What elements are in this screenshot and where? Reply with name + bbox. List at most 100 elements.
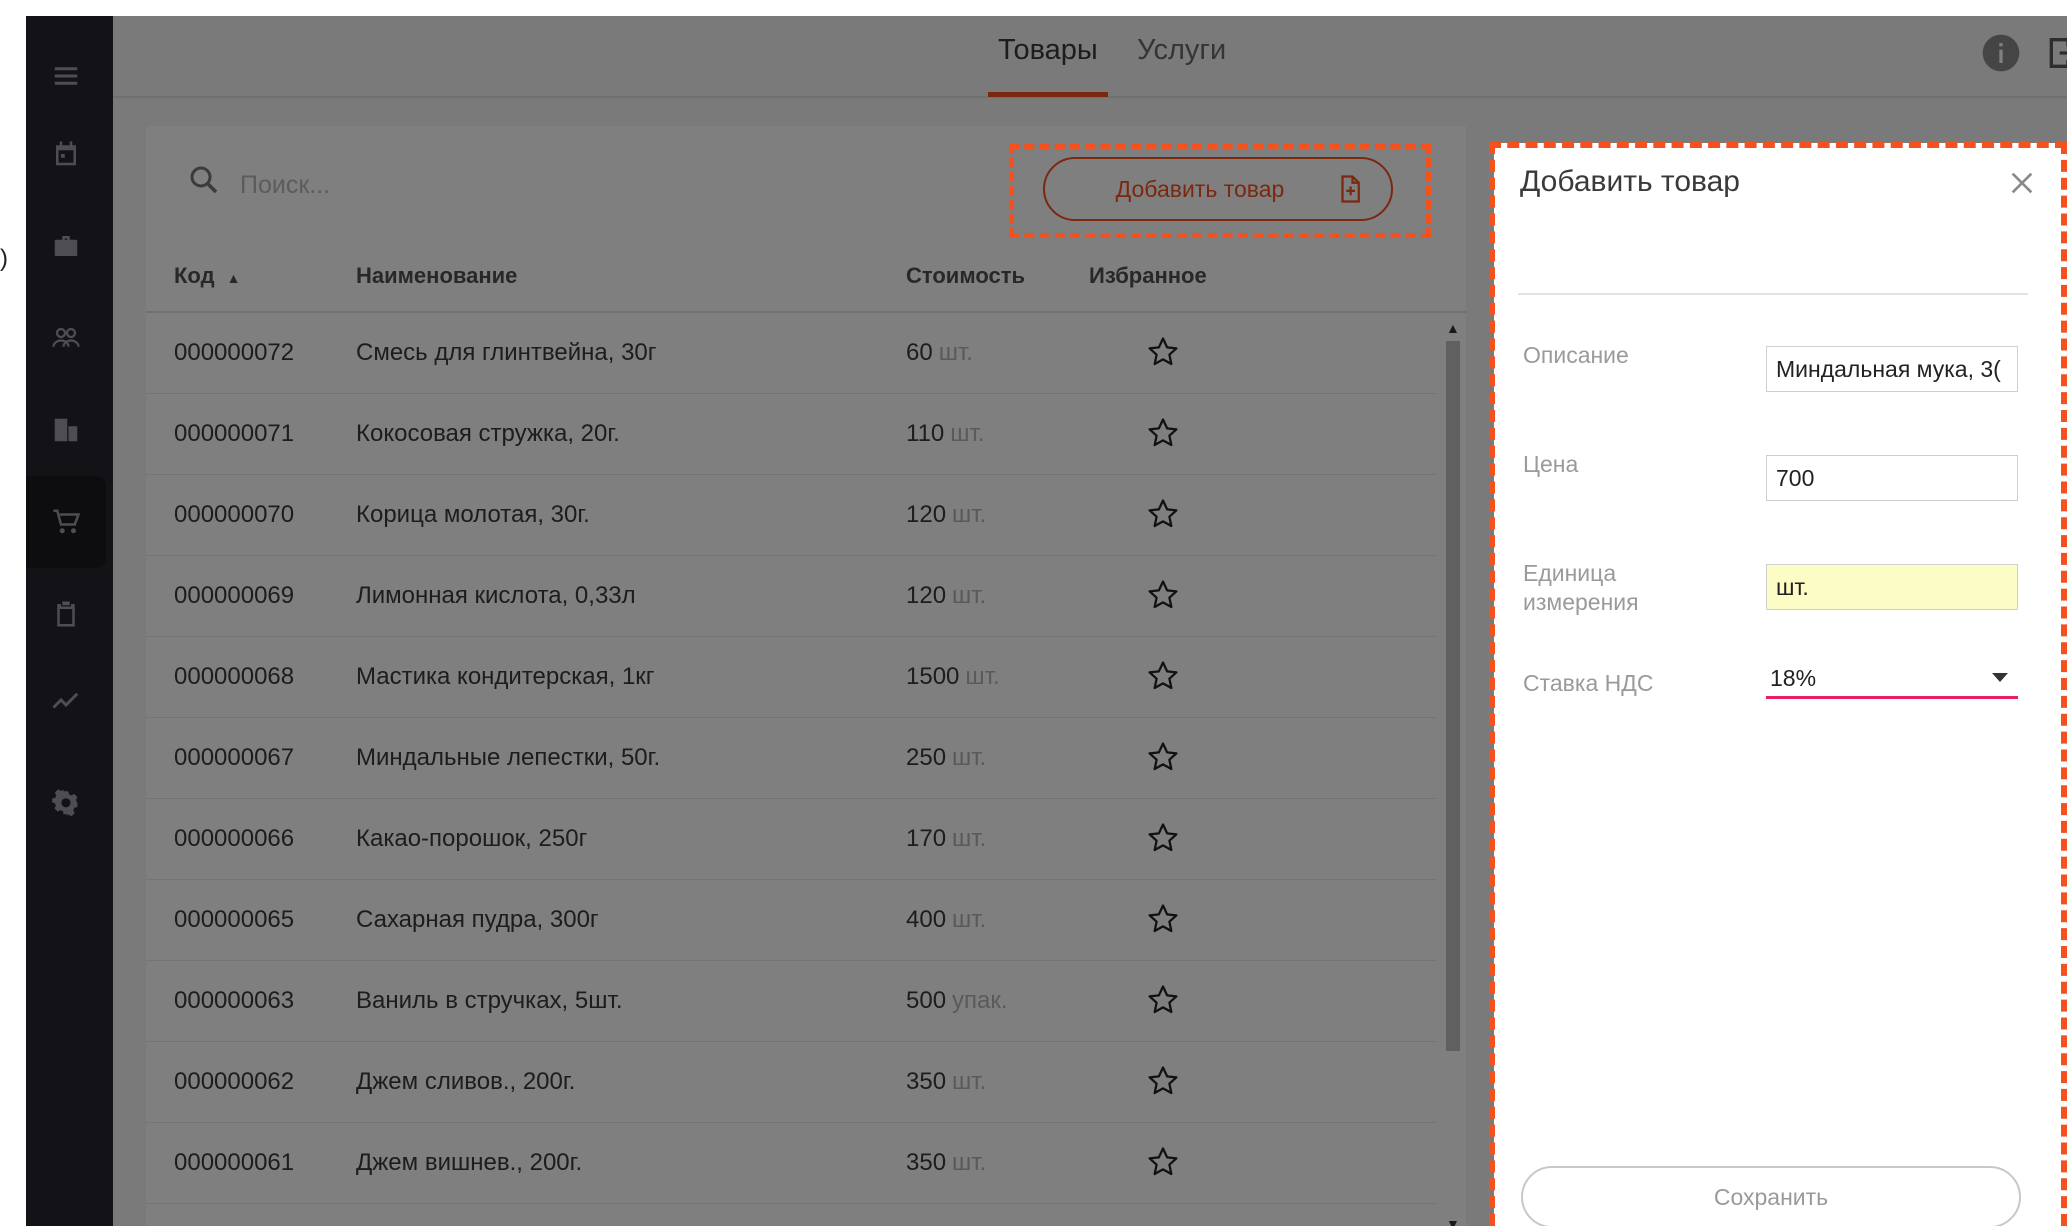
star-icon[interactable] — [1146, 1145, 1180, 1179]
price-unit: шт. — [952, 582, 987, 609]
product-price: 170 шт. — [906, 825, 986, 853]
sidebar-item-products[interactable] — [26, 476, 106, 568]
product-price: 350 шт. — [906, 1068, 986, 1096]
product-price: 250 шт. — [906, 744, 986, 772]
price-value: 350 — [906, 1149, 947, 1176]
briefcase-icon — [54, 236, 78, 256]
price-unit: шт. — [950, 420, 985, 447]
product-price: 1500 шт. — [906, 663, 1000, 691]
product-code: 000000069 — [174, 582, 295, 609]
price-value: 1500 — [906, 663, 960, 690]
table-row[interactable]: 000000065 Сахарная пудра, 300г 400 шт. — [146, 880, 1436, 961]
star-icon[interactable] — [1146, 578, 1180, 612]
gear-icon — [52, 789, 78, 817]
column-header-name[interactable]: Наименование — [356, 263, 517, 289]
sidebar-item-documents[interactable] — [26, 568, 106, 660]
scroll-down-arrow[interactable]: ▼ — [1446, 1216, 1460, 1226]
table-row[interactable]: 000000068 Мастика кондитерская, 1кг 1500 шт… — [146, 637, 1436, 718]
star-icon[interactable] — [1146, 659, 1180, 693]
price-value: 120 — [906, 582, 947, 609]
product-price: 110 шт. — [906, 420, 985, 448]
product-code: 000000071 — [174, 420, 295, 447]
table-row[interactable]: 000000061 Джем вишнев., 200г. 350 шт. — [146, 1123, 1436, 1204]
price-value: 400 — [906, 906, 947, 933]
price-value: 110 — [906, 420, 945, 447]
star-icon[interactable] — [1146, 821, 1180, 855]
product-price: 350 шт. — [906, 1149, 986, 1177]
table-row[interactable]: 000000067 Миндальные лепестки, 50г. 250 шт. — [146, 718, 1436, 799]
product-name: Джем сливов., 200г. — [356, 1068, 576, 1095]
menu-icon — [54, 67, 78, 85]
price-unit: шт. — [952, 825, 987, 852]
price-value: 120 — [906, 501, 947, 528]
star-icon[interactable] — [1146, 902, 1180, 936]
product-code: 000000066 — [174, 825, 295, 852]
table-header: Код ▲ Наименование Стоимость Избранное — [146, 251, 1466, 313]
star-icon[interactable] — [1146, 983, 1180, 1017]
sidebar-item-settings[interactable] — [26, 758, 106, 850]
calendar-icon — [56, 141, 76, 166]
star-icon[interactable] — [1146, 335, 1180, 369]
star-icon[interactable] — [1146, 497, 1180, 531]
product-name: Какао-порошок, 250г — [356, 825, 588, 852]
clipboard-icon — [57, 601, 75, 627]
sidebar-item-reports[interactable] — [26, 654, 106, 746]
product-code: 000000067 — [174, 744, 295, 771]
logout-icon[interactable] — [2043, 33, 2067, 73]
search-input[interactable] — [238, 164, 702, 206]
sidebar — [26, 16, 113, 1226]
product-code: 000000061 — [174, 1149, 295, 1176]
product-name: Джем вишнев., 200г. — [356, 1149, 583, 1176]
product-name: Ваниль в стручках, 5шт. — [356, 987, 623, 1014]
sidebar-item-companies[interactable] — [26, 384, 106, 476]
edge-fragment: ) — [0, 245, 8, 272]
table-row[interactable]: 000000069 Лимонная кислота, 0,33л 120 шт. — [146, 556, 1436, 637]
product-price: 500 упак. — [906, 987, 1008, 1015]
scroll-up-arrow[interactable]: ▲ — [1446, 320, 1460, 336]
product-code: 000000068 — [174, 663, 295, 690]
star-icon[interactable] — [1146, 740, 1180, 774]
products-card: Добавить товар Код ▲ Наименование Стоимо… — [146, 126, 1466, 1226]
product-name: Лимонная кислота, 0,33л — [356, 582, 636, 609]
product-price: 400 шт. — [906, 906, 986, 934]
star-icon[interactable] — [1146, 1064, 1180, 1098]
star-icon[interactable] — [1146, 416, 1180, 450]
sidebar-item-briefcase[interactable] — [26, 200, 106, 292]
price-unit: шт. — [952, 1149, 987, 1176]
top-bar: Товары Услуги — [113, 16, 2067, 98]
table-row[interactable]: 000000072 Смесь для глинтвейна, 30г 60 шт. — [146, 313, 1436, 394]
price-value: 250 — [906, 744, 947, 771]
price-value: 170 — [906, 825, 947, 852]
add-button-highlight — [1009, 144, 1431, 238]
table-row[interactable]: 000000062 Джем сливов., 200г. 350 шт. — [146, 1042, 1436, 1123]
product-name: Смесь для глинтвейна, 30г — [356, 339, 657, 366]
cart-icon — [53, 509, 81, 534]
price-unit: упак. — [952, 987, 1008, 1014]
product-code: 000000070 — [174, 501, 295, 528]
scrollbar-thumb[interactable] — [1446, 341, 1460, 1051]
price-value: 500 — [906, 987, 947, 1014]
column-header-favorite[interactable]: Избранное — [1089, 263, 1207, 289]
people-icon — [52, 327, 80, 347]
column-header-price[interactable]: Стоимость — [906, 263, 1025, 289]
product-price: 120 шт. — [906, 501, 986, 529]
price-unit: шт. — [965, 663, 1000, 690]
product-code: 000000065 — [174, 906, 295, 933]
product-list: 000000072 Смесь для глинтвейна, 30г 60 шт. 0… — [146, 313, 1436, 1226]
sidebar-item-calendar[interactable] — [26, 108, 106, 200]
price-unit: шт. — [952, 1068, 987, 1095]
tab-services[interactable]: Услуги — [1127, 34, 1236, 92]
table-row[interactable]: 000000063 Ваниль в стручках, 5шт. 500 упак. — [146, 961, 1436, 1042]
tab-products[interactable]: Товары — [988, 34, 1108, 97]
column-header-code[interactable]: Код ▲ — [174, 263, 241, 289]
info-icon[interactable] — [1981, 33, 2021, 73]
building-icon — [54, 418, 78, 442]
product-code: 000000063 — [174, 987, 295, 1014]
sidebar-item-clients[interactable] — [26, 292, 106, 384]
table-row[interactable]: 000000071 Кокосовая стружка, 20г. 110 шт. — [146, 394, 1436, 475]
price-value: 60 — [906, 339, 933, 366]
price-unit: шт. — [938, 339, 973, 366]
table-row[interactable]: 000000066 Какао-порошок, 250г 170 шт. — [146, 799, 1436, 880]
product-price: 120 шт. — [906, 582, 986, 610]
table-row[interactable]: 000000070 Корица молотая, 30г. 120 шт. — [146, 475, 1436, 556]
